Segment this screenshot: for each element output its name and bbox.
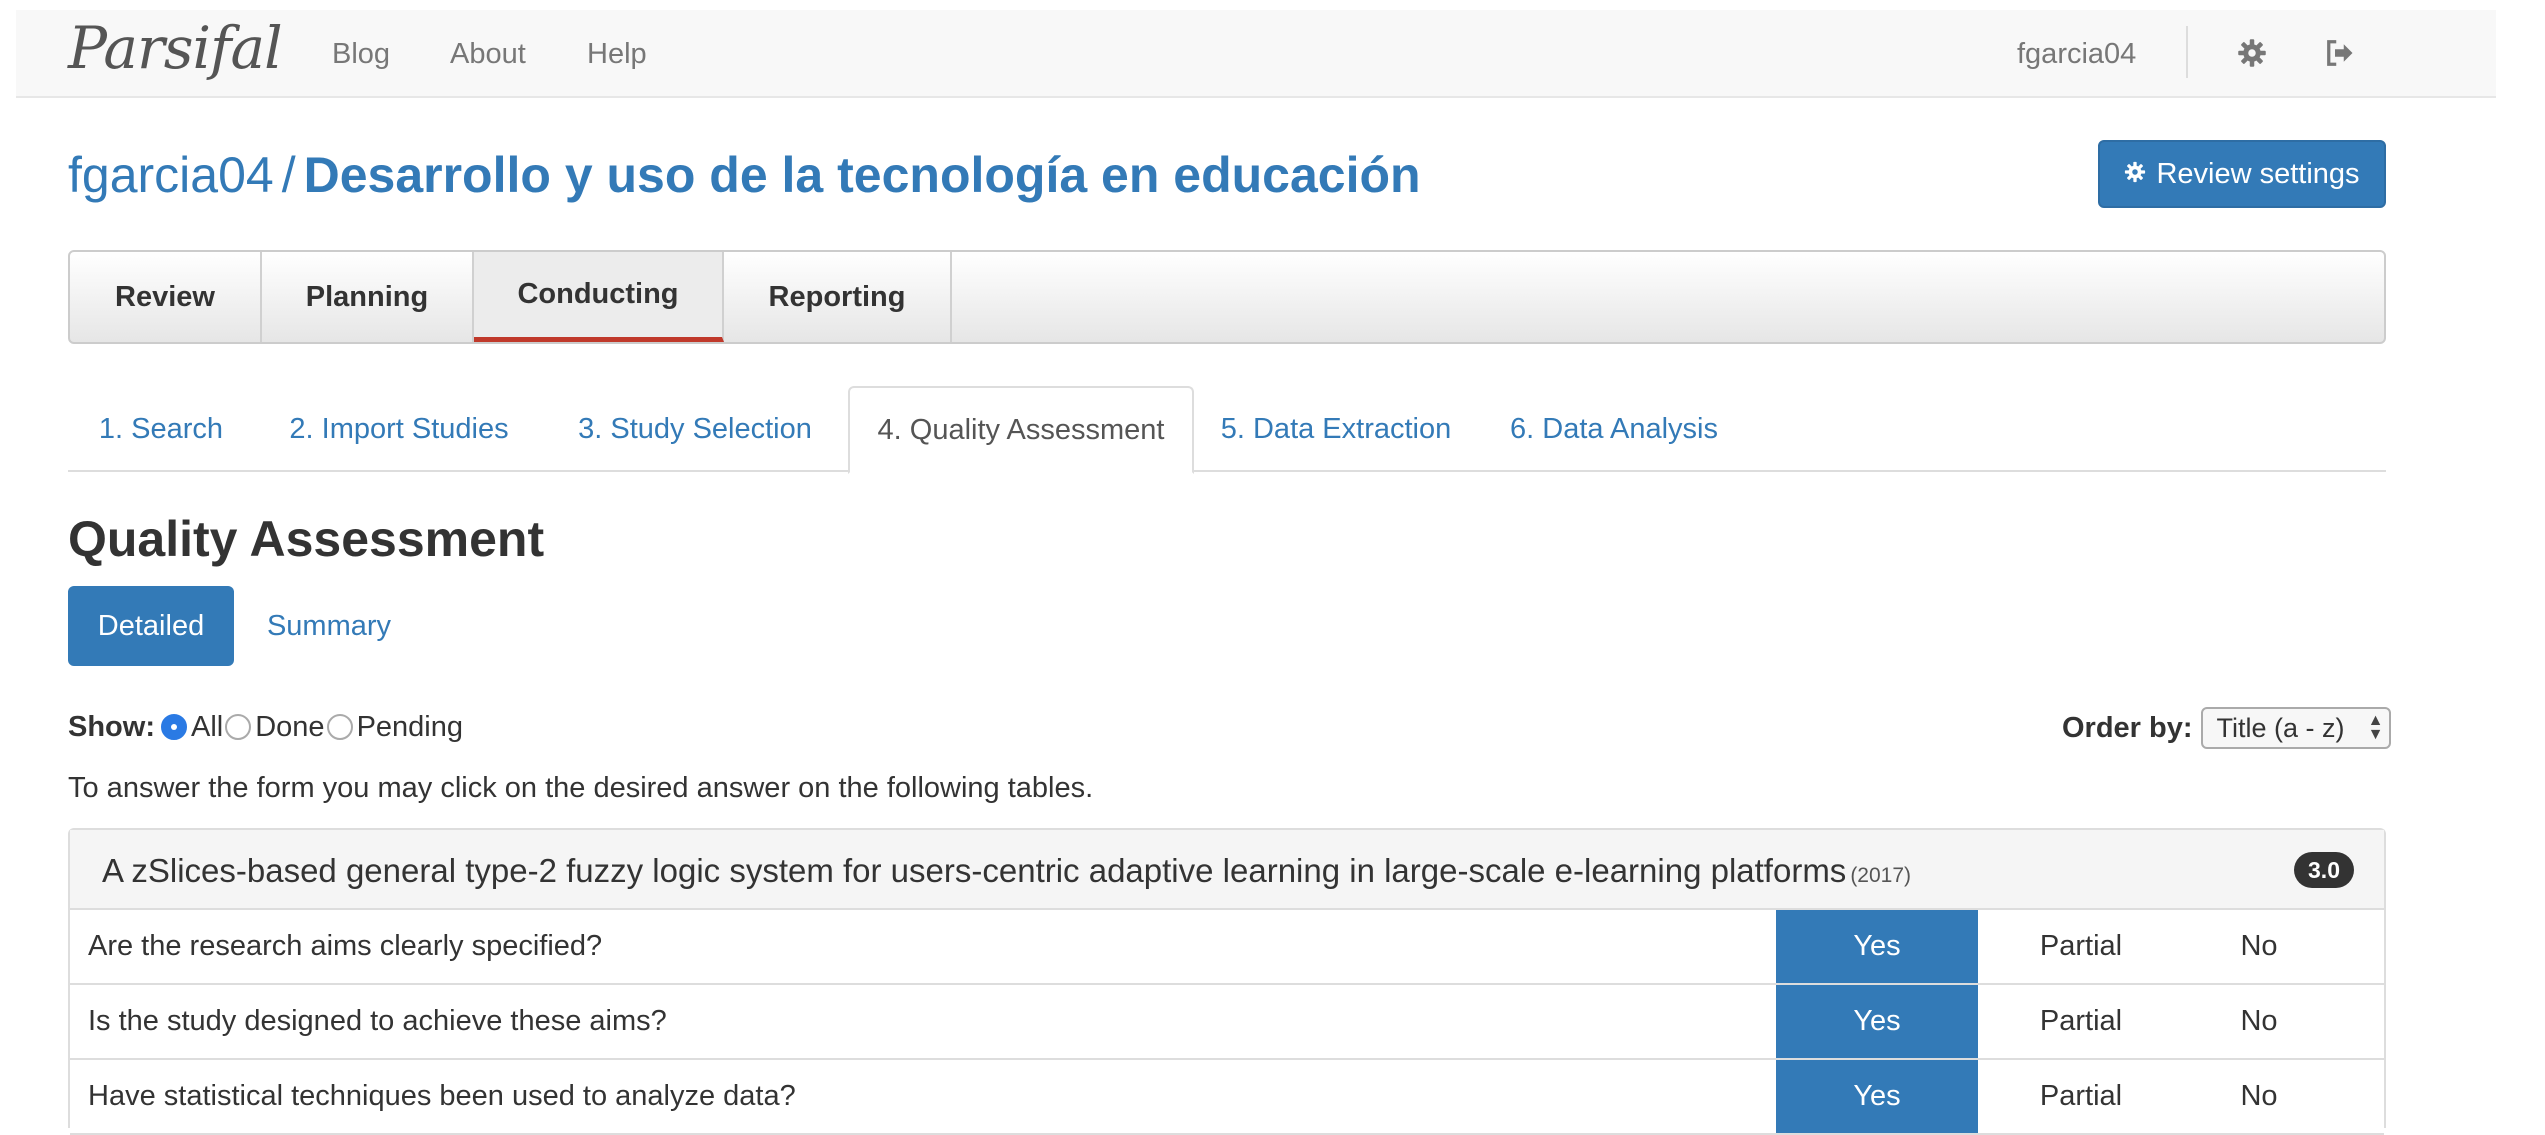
radio-pending-label[interactable]: Pending xyxy=(357,711,463,744)
pill-detailed[interactable]: Detailed xyxy=(68,586,234,666)
phase-tabs: Review Planning Conducting Reporting xyxy=(68,250,2386,344)
owner-link[interactable]: fgarcia04 xyxy=(68,147,274,203)
tab-data-analysis[interactable]: 6. Data Analysis xyxy=(1478,386,1750,472)
tab-study-selection[interactable]: 3. Study Selection xyxy=(544,386,846,472)
table-row: Are the research aims clearly specified?… xyxy=(70,910,2384,985)
order-by-label: Order by: xyxy=(2062,711,2193,744)
help-text: To answer the form you may click on the … xyxy=(68,772,1094,804)
radio-pending[interactable] xyxy=(326,714,353,740)
sign-out-icon[interactable] xyxy=(2318,30,2362,76)
answer-no[interactable]: No xyxy=(2184,985,2334,1058)
answer-yes[interactable]: Yes xyxy=(1776,985,1978,1058)
nav-link-blog[interactable]: Blog xyxy=(332,38,390,71)
radio-all[interactable] xyxy=(161,714,187,740)
top-navbar: Parsifal Blog About Help fgarcia04 xyxy=(16,10,2496,98)
answer-no[interactable]: No xyxy=(2184,1060,2334,1133)
tab-import-studies[interactable]: 2. Import Studies xyxy=(254,386,544,472)
pill-summary[interactable]: Summary xyxy=(240,586,418,666)
question-text: Are the research aims clearly specified? xyxy=(88,930,603,962)
study-title: A zSlices-based general type-2 fuzzy log… xyxy=(102,852,1911,890)
radio-done[interactable] xyxy=(225,714,252,740)
project-link[interactable]: Desarrollo y uso de la tecnología en edu… xyxy=(304,147,1421,203)
answer-yes[interactable]: Yes xyxy=(1776,910,1978,983)
study-header: A zSlices-based general type-2 fuzzy log… xyxy=(70,830,2384,910)
tab-planning[interactable]: Planning xyxy=(262,252,474,342)
answer-partial[interactable]: Partial xyxy=(1978,985,2184,1058)
nav-user-link[interactable]: fgarcia04 xyxy=(2017,38,2136,71)
answer-no[interactable]: No xyxy=(2184,910,2334,983)
order-by-select[interactable]: Title (a - z) ▲ ▼ xyxy=(2200,707,2391,749)
review-settings-label: Review settings xyxy=(2156,157,2360,190)
tab-search[interactable]: 1. Search xyxy=(68,386,254,472)
tab-conducting[interactable]: Conducting xyxy=(474,252,724,342)
table-row: Is the study designed to achieve these a… xyxy=(70,985,2384,1060)
question-text: Is the study designed to achieve these a… xyxy=(88,1005,667,1037)
nav-link-help[interactable]: Help xyxy=(587,38,647,71)
question-text: Have statistical techniques been used to… xyxy=(88,1080,796,1112)
order-by-value: Title (a - z) xyxy=(2216,712,2345,743)
tab-data-extraction[interactable]: 5. Data Extraction xyxy=(1194,386,1478,472)
review-settings-button[interactable]: Review settings xyxy=(2098,140,2386,208)
radio-done-label[interactable]: Done xyxy=(255,711,324,744)
brand-logo[interactable]: Parsifal xyxy=(68,14,283,82)
tab-quality-assessment[interactable]: 4. Quality Assessment xyxy=(848,386,1194,474)
select-arrows-icon: ▲ ▼ xyxy=(2367,712,2384,743)
answer-partial[interactable]: Partial xyxy=(1978,910,2184,983)
show-filter: Show: All Done Pending xyxy=(68,707,465,747)
answer-yes[interactable]: Yes xyxy=(1776,1060,1978,1133)
tab-reporting[interactable]: Reporting xyxy=(724,252,952,342)
tab-review[interactable]: Review xyxy=(70,252,262,342)
score-badge: 3.0 xyxy=(2294,852,2354,888)
breadcrumb-separator: / xyxy=(281,147,296,203)
radio-all-label[interactable]: All xyxy=(191,711,223,744)
show-label: Show: xyxy=(68,710,155,743)
nav-link-about[interactable]: About xyxy=(450,38,526,71)
step-tabs: 1. Search 2. Import Studies 3. Study Sel… xyxy=(68,386,2386,474)
study-year: (2017) xyxy=(1850,864,1912,887)
answer-partial[interactable]: Partial xyxy=(1978,1060,2184,1133)
page-title: fgarcia04/Desarrollo y uso de la tecnolo… xyxy=(68,146,1421,204)
gear-icon xyxy=(2124,158,2146,191)
nav-divider xyxy=(2186,26,2188,78)
study-panel: A zSlices-based general type-2 fuzzy log… xyxy=(68,828,2386,1135)
section-title: Quality Assessment xyxy=(68,511,545,567)
gear-icon[interactable] xyxy=(2230,30,2274,76)
order-by: Order by: Title (a - z) ▲ ▼ xyxy=(2062,706,2391,750)
study-title-text: A zSlices-based general type-2 fuzzy log… xyxy=(102,852,1847,889)
